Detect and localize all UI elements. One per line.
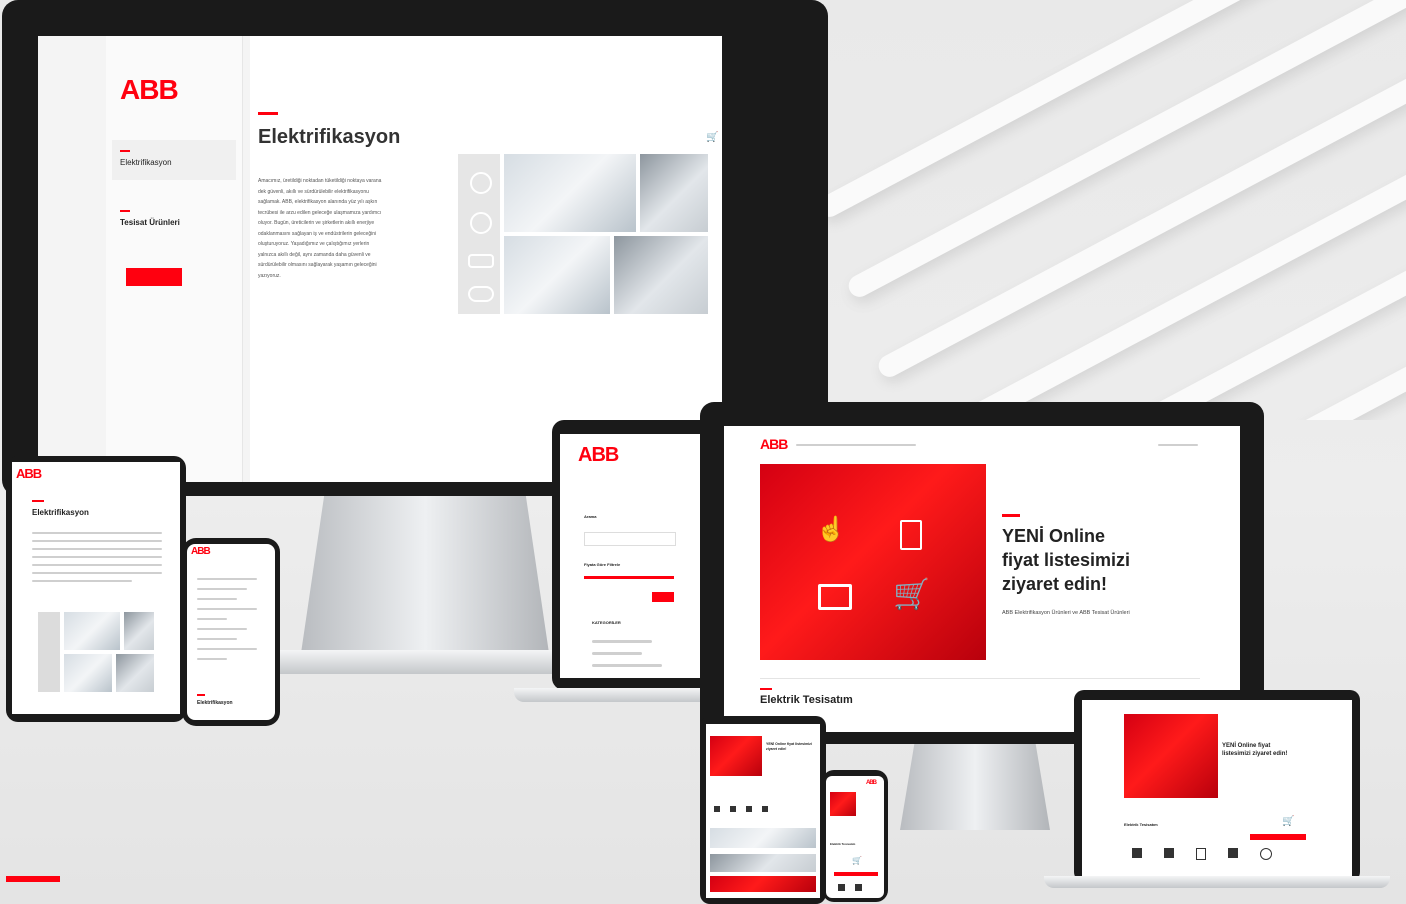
cloud-icon: [468, 286, 494, 302]
sidebar-item-label: Tesisat Ürünleri: [120, 218, 180, 227]
right-monitor-screen: ABB ☝ 🛒 YENİ Online fiyat listesimizi zi…: [724, 426, 1240, 732]
hero-image: ☝ 🛒: [760, 464, 986, 660]
abb-logo[interactable]: ABB: [16, 466, 42, 481]
price-filter-label: Fiyata Göre Filtrele: [584, 562, 621, 567]
photo-1: [64, 612, 120, 650]
photo-4: [116, 654, 154, 692]
abb-logo[interactable]: ABB: [578, 444, 619, 467]
hero-headline-3: ziyaret edin!: [1002, 574, 1108, 594]
hero-image: [1124, 714, 1218, 798]
cta-button[interactable]: [834, 872, 878, 876]
accent-bar: [6, 876, 60, 882]
cart-icon[interactable]: 🛒: [706, 132, 718, 143]
sidebar: ABB Elektrifikasyon Tesisat Ürünleri: [106, 36, 243, 482]
car-icon: [468, 254, 494, 268]
photo-3: [64, 654, 112, 692]
icon-strip: [38, 612, 60, 692]
search-label: Arama: [584, 514, 597, 519]
small-laptop-screen: YENİ Online fiyat listesimizi ziyaret ed…: [1082, 700, 1352, 876]
small-tablet: YENİ Online fiyat listesimizi ziyaret ed…: [700, 716, 826, 904]
abb-logo[interactable]: ABB: [191, 546, 211, 557]
main-content: Elektrifikasyon Amacımız, üretildiği nok…: [250, 36, 722, 482]
cta-button[interactable]: [1250, 834, 1306, 840]
lab-photo-1: [504, 154, 636, 232]
product-strip-2: [710, 854, 816, 872]
section-title: Elektrik Tesisatım: [1124, 822, 1158, 827]
icon-row: [714, 806, 814, 814]
hero-subline: ABB Elektrifikasyon Ürünleri ve ABB Tesi…: [1002, 610, 1130, 616]
hand-pointer-icon: ☝: [816, 515, 846, 543]
filter-button[interactable]: [652, 592, 674, 602]
monitor-base: [260, 650, 590, 674]
product-strip: [710, 828, 816, 848]
divider: [760, 678, 1200, 679]
co2-icon: [470, 212, 492, 234]
page-title: Elektrifikasyon: [32, 508, 89, 517]
sidebar-red-button[interactable]: [126, 268, 182, 286]
hero-headline: YENİ Online fiyat listesimizi ziyaret ed…: [1222, 743, 1288, 757]
document-icon: [900, 520, 922, 550]
small-laptop-base: [1044, 876, 1390, 888]
hero-image: [710, 736, 762, 776]
left-phone: ABB Elektrifikasyon: [182, 538, 280, 726]
sidebar-item-tesisat[interactable]: Tesisat Ürünleri: [112, 200, 236, 240]
left-tablet: ABB Elektrifikasyon: [6, 456, 186, 722]
cart-icon[interactable]: 🛒: [852, 856, 862, 865]
right-monitor-stand: [900, 740, 1050, 830]
price-slider[interactable]: [584, 576, 674, 579]
cart-icon[interactable]: 🛒: [1282, 816, 1294, 827]
sidebar-item-elektrifikasyon[interactable]: Elektrifikasyon: [112, 140, 236, 180]
search-input[interactable]: [584, 532, 676, 546]
left-tablet-screen: ABB Elektrifikasyon: [12, 462, 180, 714]
abb-logo[interactable]: ABB: [760, 436, 788, 452]
middle-laptop-screen: ABB Arama Fiyata Göre Filtrele KATEGORİL…: [560, 434, 712, 678]
icon-strip: [458, 154, 500, 314]
footer-label: Elektrifikasyon: [197, 700, 233, 706]
lab-photo-2: [640, 154, 708, 232]
section-title: Elektrik Tesisatım: [830, 842, 856, 846]
sidebar-item-label: Elektrifikasyon: [120, 158, 172, 167]
photo-2: [124, 612, 154, 650]
icon-row: [838, 884, 874, 892]
monitor-stand: [300, 490, 550, 660]
left-phone-screen: ABB Elektrifikasyon: [187, 544, 275, 720]
page-title: Elektrifikasyon: [258, 126, 401, 148]
hero-image: [830, 792, 856, 816]
small-phone-screen: ABB Elektrik Tesisatım 🛒: [826, 776, 884, 898]
body-text: Amacımız, üretildiği noktadan tüketildiğ…: [258, 178, 382, 279]
small-tablet-screen: YENİ Online fiyat listesimizi ziyaret ed…: [706, 724, 820, 898]
icon-row: [1132, 848, 1302, 860]
middle-laptop: ABB Arama Fiyata Göre Filtrele KATEGORİL…: [552, 420, 712, 690]
footer-banner: [710, 876, 816, 892]
abb-logo[interactable]: ABB: [866, 780, 877, 786]
lab-photo-4: [614, 236, 708, 314]
small-phone: ABB Elektrik Tesisatım 🛒: [822, 770, 888, 902]
section-title: Elektrik Tesisatım: [760, 694, 853, 706]
big-monitor-screen: ABB Elektrifikasyon Tesisat Ürünleri Ele…: [38, 36, 722, 482]
category-label: KATEGORİLER: [592, 620, 621, 625]
hero-headline-1: YENİ Online: [1002, 526, 1106, 546]
lab-photo-3: [504, 236, 610, 314]
hero-headline: YENİ Online fiyat listesimizi ziyaret ed…: [766, 742, 812, 751]
hero-headline-2: fiyat listesimizi: [1002, 550, 1131, 570]
laptop-icon: [818, 584, 852, 610]
small-laptop: YENİ Online fiyat listesimizi ziyaret ed…: [1074, 690, 1360, 882]
cart-icon: 🛒: [893, 577, 931, 611]
plug-icon: [470, 172, 492, 194]
abb-logo[interactable]: ABB: [120, 74, 179, 106]
laptop-base: [514, 688, 714, 702]
